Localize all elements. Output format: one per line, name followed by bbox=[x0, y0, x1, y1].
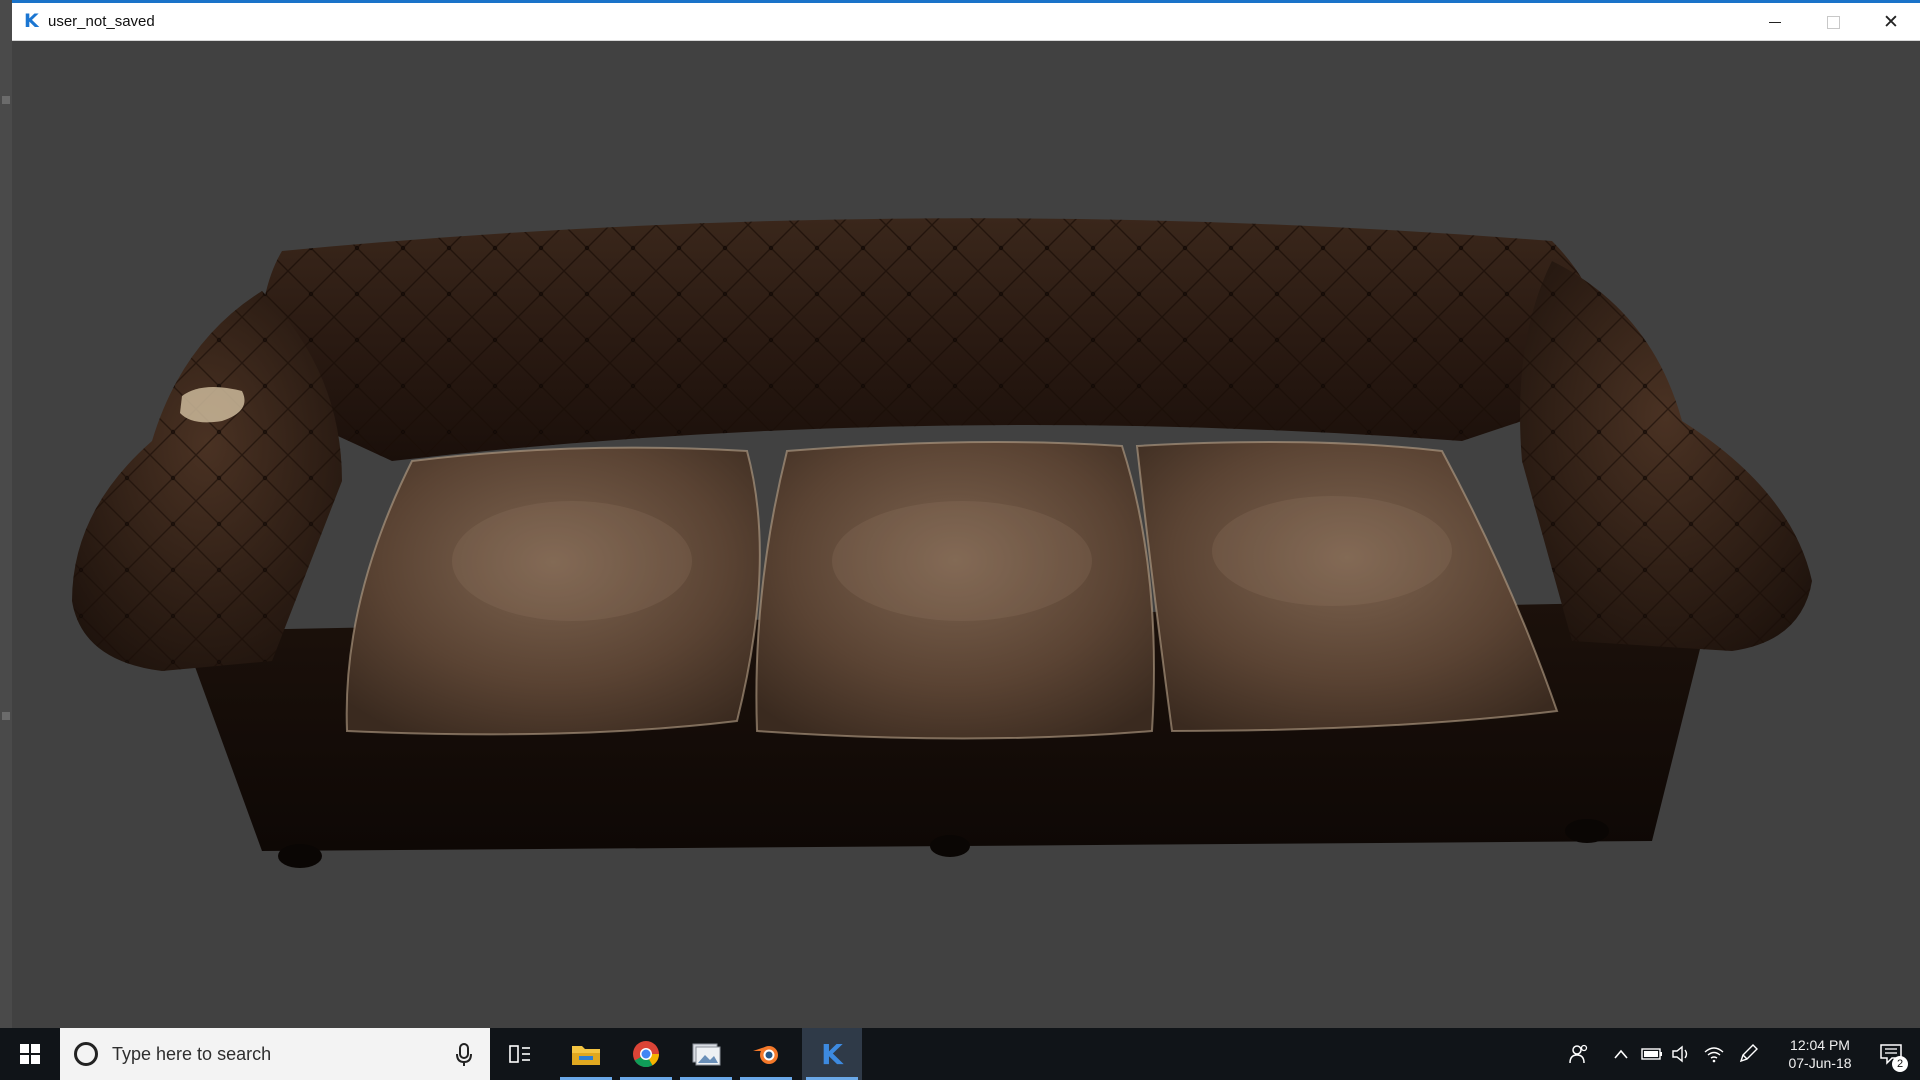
taskbar-k-app[interactable]: K bbox=[802, 1028, 862, 1080]
microphone-icon[interactable] bbox=[454, 1043, 474, 1067]
action-center-button[interactable]: 2 bbox=[1866, 1028, 1916, 1080]
desktop: K user_not_saved ✕ Type here to search K… bbox=[0, 0, 1920, 1080]
image-app-icon bbox=[692, 1043, 721, 1066]
network-button[interactable] bbox=[1700, 1028, 1728, 1080]
battery-button[interactable] bbox=[1638, 1028, 1666, 1080]
k-app-icon: K bbox=[821, 1037, 843, 1071]
people-button[interactable] bbox=[1564, 1028, 1594, 1080]
clock-time: 12:04 PM bbox=[1790, 1037, 1850, 1053]
task-view-icon bbox=[509, 1045, 530, 1063]
taskbar-chrome[interactable] bbox=[616, 1028, 676, 1080]
start-button[interactable] bbox=[0, 1028, 60, 1080]
windows-logo-icon bbox=[20, 1044, 40, 1064]
search-placeholder: Type here to search bbox=[112, 1043, 272, 1064]
app-window: K user_not_saved ✕ bbox=[12, 0, 1920, 1028]
edge-marker bbox=[2, 712, 10, 720]
chrome-icon bbox=[633, 1041, 660, 1068]
taskbar-image-app[interactable] bbox=[676, 1028, 736, 1080]
k-app-icon: K bbox=[24, 10, 39, 32]
sofa-foot bbox=[278, 844, 322, 868]
battery-icon bbox=[1641, 1048, 1662, 1060]
taskbar: Type here to search K 12:04 PM 07-Jun-18… bbox=[0, 1028, 1920, 1080]
show-hidden-icons-button[interactable] bbox=[1608, 1028, 1634, 1080]
notification-badge: 2 bbox=[1892, 1056, 1908, 1072]
chevron-up-icon bbox=[1614, 1049, 1628, 1059]
sofa-model[interactable] bbox=[12, 41, 1920, 1028]
title-bar[interactable]: K user_not_saved ✕ bbox=[12, 3, 1920, 41]
window-title: user_not_saved bbox=[48, 13, 155, 30]
3d-viewport[interactable] bbox=[12, 41, 1920, 1028]
clock[interactable]: 12:04 PM 07-Jun-18 bbox=[1770, 1028, 1870, 1080]
pen-icon bbox=[1739, 1044, 1758, 1063]
cortana-icon bbox=[74, 1042, 98, 1066]
minimize-icon bbox=[1769, 21, 1781, 23]
edge-marker bbox=[2, 96, 10, 104]
volume-button[interactable] bbox=[1668, 1028, 1696, 1080]
minimize-button[interactable] bbox=[1746, 3, 1804, 41]
task-view-button[interactable] bbox=[490, 1028, 550, 1080]
taskbar-file-explorer[interactable] bbox=[556, 1028, 616, 1080]
volume-icon bbox=[1672, 1045, 1688, 1063]
blender-icon bbox=[753, 1046, 778, 1064]
clock-date: 07-Jun-18 bbox=[1788, 1055, 1852, 1071]
maximize-button[interactable] bbox=[1804, 3, 1862, 41]
people-icon bbox=[1569, 1044, 1588, 1064]
folder-icon bbox=[572, 1046, 600, 1065]
taskbar-blender[interactable] bbox=[736, 1028, 796, 1080]
sofa-foot bbox=[930, 835, 970, 857]
pen-workspace-button[interactable] bbox=[1734, 1028, 1762, 1080]
sofa-foot bbox=[1565, 819, 1609, 843]
close-button[interactable]: ✕ bbox=[1862, 3, 1920, 41]
maximize-icon bbox=[1826, 15, 1840, 29]
wifi-icon bbox=[1704, 1047, 1724, 1063]
close-icon: ✕ bbox=[1883, 11, 1899, 33]
search-box[interactable]: Type here to search bbox=[60, 1028, 490, 1080]
